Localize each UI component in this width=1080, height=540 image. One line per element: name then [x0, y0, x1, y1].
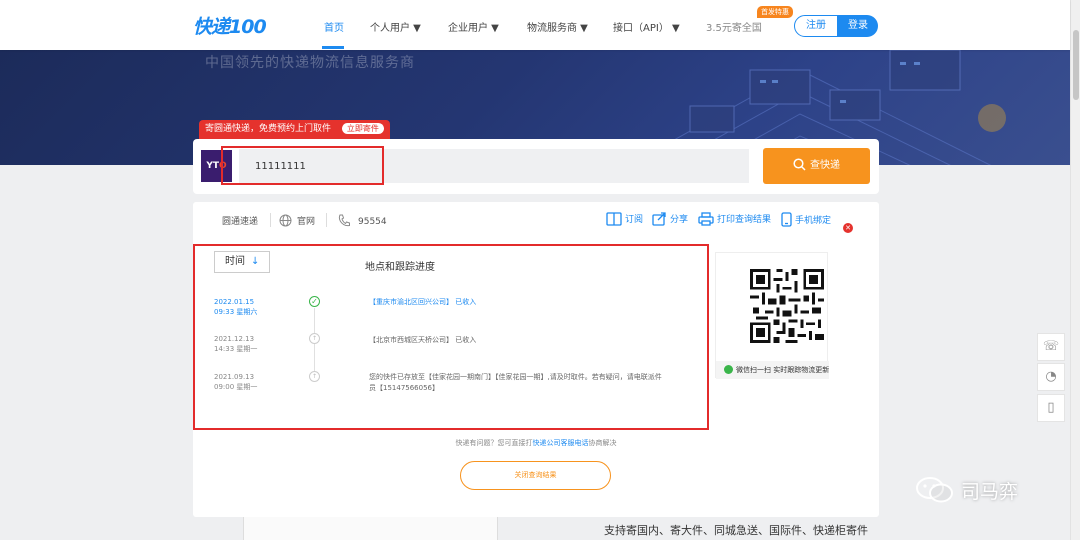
phone-icon	[338, 214, 350, 227]
close-result-icon[interactable]: ✕	[843, 223, 853, 233]
mobile-bind-label: 手机绑定	[795, 216, 832, 226]
kuaidi100-logo[interactable]: 快递100	[193, 12, 267, 39]
share-icon	[652, 212, 666, 226]
customer-service-link[interactable]: 快递公司客服电话	[533, 439, 589, 447]
promo-banner[interactable]: 寄圆通快递，免费预约上门取件 立即寄件	[199, 120, 390, 139]
arrow-circle-icon: ↑	[309, 371, 320, 382]
login-button[interactable]: 登录	[838, 15, 878, 37]
promo-text: 寄圆通快递，免费预约上门取件	[205, 124, 332, 134]
subscribe-label: 订阅	[625, 215, 644, 225]
sort-label: 时间	[225, 256, 245, 267]
scrollbar-thumb[interactable]	[1073, 30, 1079, 100]
wechat-logo-icon	[916, 477, 953, 503]
mobile-icon[interactable]: ▯	[1037, 394, 1065, 422]
close-result-button[interactable]: 关闭查询结果	[460, 461, 611, 490]
qr-caption: 微信扫一扫 实时跟踪物流更新	[716, 361, 829, 379]
search-bar: YTO 查快递	[193, 139, 879, 194]
app-preview-strip	[243, 517, 498, 540]
divider	[326, 213, 327, 227]
mobile-bind-button[interactable]: 手机绑定	[781, 212, 831, 227]
carrier-phone: 95554	[338, 214, 387, 227]
event-datetime: 2021.09.13 09:00 星期一	[214, 372, 257, 392]
new-badge: 首发特惠	[757, 6, 793, 18]
event-datetime: 2021.12.13 14:33 星期一	[214, 334, 257, 354]
arrow-circle-icon: ↑	[309, 333, 320, 344]
phone-number: 95554	[358, 217, 387, 227]
event-text: 【重庆市渝北区回兴公司】 已收入	[369, 298, 477, 306]
search-button[interactable]: 查快递	[763, 148, 870, 184]
event-time: 14:33 星期一	[214, 345, 258, 353]
event-date: 2021.09.13	[214, 373, 255, 381]
service-description: 支持寄国内、寄大件、同城急送、国际件、快递柜寄件	[604, 524, 868, 537]
qr-code-image	[750, 269, 824, 343]
nav-logistics[interactable]: 物流服务商 ▼	[527, 19, 588, 34]
page-scrollbar[interactable]	[1070, 0, 1080, 540]
timeline-line	[314, 308, 315, 380]
watermark-text: 司马弈	[961, 481, 1019, 503]
promo-send-link[interactable]: 立即寄件	[341, 123, 384, 134]
website-label: 官网	[297, 217, 316, 227]
subscribe-button[interactable]: 订阅	[606, 212, 643, 226]
nav-send-promo[interactable]: 3.5元寄全国	[706, 19, 762, 34]
printer-icon	[698, 212, 714, 226]
event-text: 【北京市西城区天桥公司】 已收入	[369, 336, 477, 344]
event-time: 09:00 星期一	[214, 383, 258, 391]
event-date: 2022.01.15	[214, 298, 255, 306]
qr-caption-text: 微信扫一扫 实时跟踪物流更新	[736, 366, 830, 374]
search-button-label: 查快递	[810, 160, 840, 171]
wechat-icon	[724, 365, 733, 374]
tracking-header: 地点和跟踪进度	[365, 262, 435, 273]
nav-home[interactable]: 首页	[324, 19, 344, 34]
event-datetime: 2022.01.15 09:33 星期六	[214, 297, 257, 317]
help-prefix: 快递有问题？您可直接打	[455, 439, 533, 447]
mobile-icon	[781, 212, 792, 227]
carrier-name: 圆通速递	[222, 217, 259, 227]
result-card: 圆通速递 官网 95554 订阅 分享 打印查询结果 手机绑定 ✕ 时间 ↓ 地点…	[193, 202, 879, 517]
wechat-qr-panel: 微信扫一扫 实时跟踪物流更新	[715, 252, 829, 379]
event-text: 您的快件已存放至【佳家花园一期南门】【佳家花园一期】,请及时取件。若有疑问，请电…	[369, 373, 662, 392]
hero-slogan: 中国领先的快递物流信息服务商	[205, 55, 415, 71]
event-date: 2021.12.13	[214, 335, 255, 343]
search-icon	[793, 158, 806, 171]
print-button[interactable]: 打印查询结果	[698, 212, 771, 226]
print-label: 打印查询结果	[717, 215, 772, 225]
wechat-watermark: 司马弈	[915, 476, 1018, 504]
nav-active-indicator	[322, 46, 344, 49]
share-label: 分享	[670, 215, 689, 225]
divider	[270, 213, 271, 227]
headset-icon[interactable]: ☏	[1037, 333, 1065, 361]
qq-icon[interactable]: ◔	[1037, 363, 1065, 391]
top-nav: 快递100 首页 个人用户 ▼ 企业用户 ▼ 物流服务商 ▼ 接口（API） ▼…	[0, 0, 1070, 50]
nav-personal[interactable]: 个人用户 ▼	[370, 19, 421, 34]
book-icon	[606, 212, 622, 226]
nav-business[interactable]: 企业用户 ▼	[448, 19, 499, 34]
sort-time-button[interactable]: 时间 ↓	[214, 251, 270, 273]
help-text: 快递有问题？您可直接打快递公司客服电话协商解决	[193, 438, 879, 448]
help-suffix: 协商解决	[588, 439, 617, 447]
register-button[interactable]: 注册	[794, 15, 838, 37]
carrier-info-row: 圆通速递 官网 95554 订阅 分享 打印查询结果 手机绑定 ✕	[193, 210, 879, 233]
check-circle-icon: ✓	[309, 296, 320, 307]
nav-api[interactable]: 接口（API） ▼	[613, 19, 680, 34]
sort-arrow-icon: ↓	[251, 256, 260, 267]
carrier-website-link[interactable]: 官网	[279, 214, 315, 227]
globe-icon	[279, 214, 292, 227]
event-time: 09:33 星期六	[214, 308, 258, 316]
share-button[interactable]: 分享	[652, 212, 688, 226]
search-highlight-box	[221, 146, 384, 185]
